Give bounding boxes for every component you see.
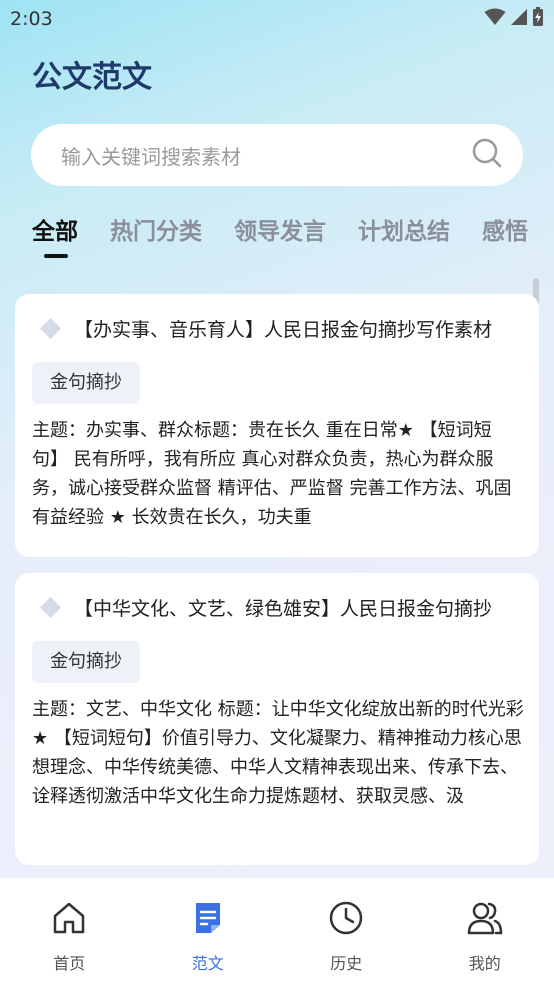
- wifi-icon: [484, 8, 506, 30]
- nav-label: 我的: [468, 954, 501, 973]
- status-icons: [484, 7, 544, 31]
- users-icon: [465, 898, 505, 938]
- diamond-icon: [39, 596, 62, 618]
- category-tabs: 全部 热门分类 领导发言 计划总结 感悟: [32, 210, 554, 266]
- nav-label: 范文: [191, 954, 224, 973]
- article-card[interactable]: 【办实事、音乐育人】人民日报金句摘抄写作素材 金句摘抄 主题：办实事、群众标题：…: [15, 294, 539, 557]
- status-time: 2:03: [10, 8, 53, 30]
- card-header: 【中华文化、文艺、绿色雄安】人民日报金句摘抄: [37, 591, 522, 623]
- tab-leader-speech[interactable]: 领导发言: [234, 210, 326, 258]
- nav-item-articles[interactable]: 范文: [139, 878, 278, 984]
- home-icon: [49, 898, 89, 938]
- page-title: 公文范文: [32, 60, 152, 95]
- card-header: 【办实事、音乐育人】人民日报金句摘抄写作素材: [37, 312, 522, 344]
- search-icon[interactable]: [471, 137, 503, 173]
- nav-item-profile[interactable]: 我的: [416, 878, 554, 984]
- article-card[interactable]: 【中华文化、文艺、绿色雄安】人民日报金句摘抄 金句摘抄 主题：文艺、中华文化 标…: [15, 573, 539, 865]
- card-excerpt: 主题：办实事、群众标题：贵在长久 重在日常★ 【短词短句】 民有所呼，我有所应 …: [32, 420, 512, 528]
- nav-label: 首页: [53, 954, 86, 973]
- signal-icon: [510, 8, 528, 30]
- bottom-nav: 首页 范文 历史 我的: [0, 878, 554, 984]
- clock-icon: [326, 898, 366, 938]
- document-icon: [188, 898, 228, 938]
- status-bar: 2:03: [0, 0, 554, 38]
- card-title: 【办实事、音乐育人】人民日报金句摘抄写作素材: [74, 318, 493, 341]
- category-tag: 金句摘抄: [32, 362, 140, 404]
- nav-item-home[interactable]: 首页: [0, 878, 139, 984]
- nav-label: 历史: [330, 954, 363, 973]
- card-excerpt: 主题：文艺、中华文化 标题：让中华文化绽放出新的时代光彩 ★ 【短词短句】价值引…: [32, 699, 524, 807]
- diamond-icon: [39, 317, 62, 339]
- search-placeholder: 输入关键词搜索素材: [61, 144, 241, 169]
- card-title: 【中华文化、文艺、绿色雄安】人民日报金句摘抄: [74, 597, 493, 620]
- tab-reflections[interactable]: 感悟: [482, 210, 528, 258]
- nav-item-history[interactable]: 历史: [277, 878, 416, 984]
- category-tag: 金句摘抄: [32, 641, 140, 683]
- search-input[interactable]: 输入关键词搜索素材: [31, 124, 523, 186]
- battery-icon: [532, 7, 544, 31]
- tab-plan-summary[interactable]: 计划总结: [358, 210, 450, 258]
- tab-all[interactable]: 全部: [32, 210, 78, 258]
- tab-popular[interactable]: 热门分类: [110, 210, 202, 258]
